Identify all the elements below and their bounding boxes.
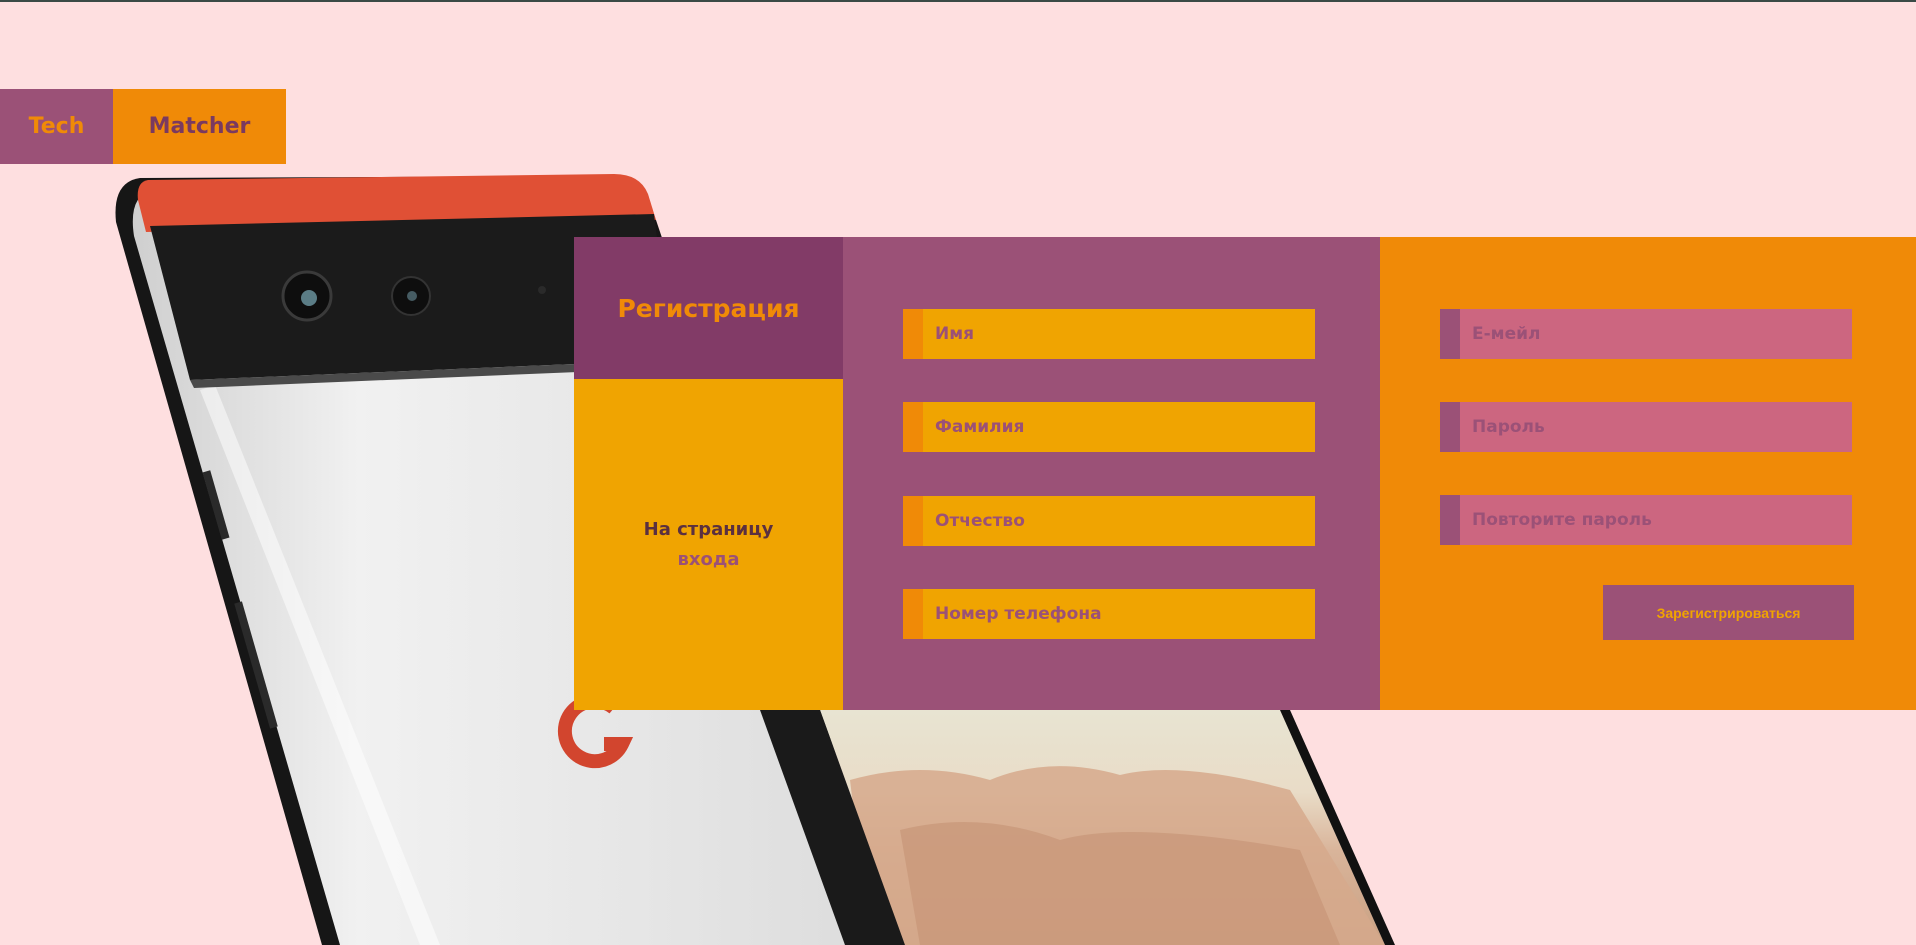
first-name-field-wrap (903, 309, 1315, 359)
phone-input[interactable] (923, 589, 1315, 639)
password-repeat-field-wrap (1440, 495, 1852, 545)
personal-info-column (843, 237, 1380, 710)
login-link-line1: На страницу (643, 518, 774, 540)
login-link-line2: входа (677, 548, 740, 570)
email-input[interactable] (1460, 309, 1852, 359)
registration-panel: Регистрация На страницу входа Имя Фамили… (574, 237, 1916, 710)
app-logo[interactable]: Tech Matcher (0, 89, 286, 164)
last-name-field-wrap (903, 402, 1315, 452)
field-accent (1440, 495, 1460, 545)
password-repeat-input[interactable] (1460, 495, 1852, 545)
registration-sidebar: Регистрация На страницу входа (574, 237, 843, 710)
page-title: Регистрация (617, 293, 800, 323)
field-accent (903, 402, 923, 452)
logo-tech: Tech (0, 89, 113, 164)
email-field-wrap (1440, 309, 1852, 359)
patronymic-field-wrap (903, 496, 1315, 546)
login-link-text: На страницу входа (644, 515, 774, 575)
register-button[interactable]: Зарегистрироваться (1603, 585, 1854, 640)
last-name-input[interactable] (923, 402, 1315, 452)
title-box: Регистрация (574, 237, 843, 379)
field-accent (903, 309, 923, 359)
password-input[interactable] (1460, 402, 1852, 452)
phone-field-wrap (903, 589, 1315, 639)
field-accent (903, 496, 923, 546)
field-accent (1440, 309, 1460, 359)
password-field-wrap (1440, 402, 1852, 452)
logo-matcher: Matcher (113, 89, 286, 164)
field-accent (1440, 402, 1460, 452)
account-info-column: Зарегистрироваться (1380, 237, 1916, 710)
patronymic-input[interactable] (923, 496, 1315, 546)
field-accent (903, 589, 923, 639)
first-name-input[interactable] (923, 309, 1315, 359)
login-link[interactable]: На страницу входа (574, 379, 843, 710)
